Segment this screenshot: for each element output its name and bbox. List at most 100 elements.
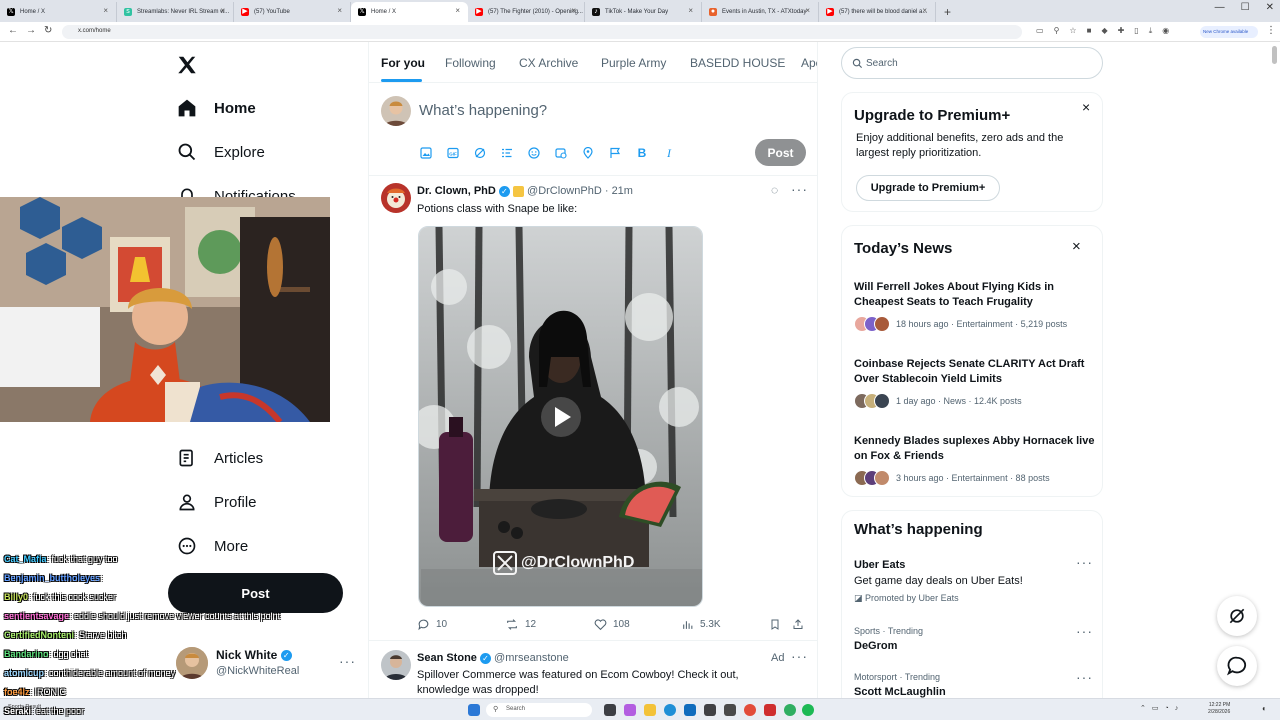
app-icon[interactable] [704,704,716,716]
side-panel-icon[interactable]: ▯ [1134,26,1138,36]
avatar[interactable] [381,183,411,213]
tweet-time[interactable]: · 21m [605,185,633,197]
news-item[interactable]: Will Ferrell Jokes About Flying Kids in … [842,278,1104,338]
post-button[interactable]: Post [168,573,343,613]
store-icon[interactable] [684,704,696,716]
browser-tab[interactable]: ● Events in Austin, TX - ATXtoday × [702,2,819,22]
reply-button[interactable]: 10 [417,618,447,631]
task-view-icon[interactable] [604,704,616,716]
app-icon[interactable] [764,704,776,716]
compose-post-button[interactable]: Post [755,139,806,166]
trend-more-icon[interactable]: ··· [1076,554,1093,570]
maximize-icon[interactable]: ☐ [1241,2,1250,13]
search-input[interactable]: Search [841,47,1103,79]
update-chrome-pill[interactable]: New Chrome available [1200,26,1258,38]
close-tab-icon[interactable]: × [922,6,927,15]
spotify-icon[interactable] [802,704,814,716]
x-logo-icon[interactable] [176,54,198,81]
browser-tab[interactable]: s Streamlabs: Never IRL Stream w... × [117,2,234,22]
chrome-icon[interactable] [744,704,756,716]
author-handle[interactable]: @DrClownPhD [527,185,602,197]
play-icon[interactable] [541,397,581,437]
trend-item[interactable]: Uber Eats Get game day deals on Uber Eat… [842,554,1104,607]
close-tab-icon[interactable]: × [688,6,693,15]
url-field[interactable]: x.com/home [62,25,1022,39]
browser-tab-active[interactable]: 𝕏 Home / X × [351,2,468,22]
author-name[interactable]: Dr. Clown, PhD [417,185,496,197]
extensions-puzzle-icon[interactable]: ✚ [1118,26,1125,36]
tab-cx-archive[interactable]: CX Archive [519,56,578,70]
schedule-icon[interactable] [554,146,568,160]
news-item[interactable]: Coinbase Rejects Senate CLARITY Act Draf… [842,355,1104,415]
sidebar-item-more[interactable]: More [176,535,248,557]
upgrade-premium-button[interactable]: Upgrade to Premium+ [856,175,1000,201]
poll-icon[interactable] [500,146,514,160]
tab-basedd-house[interactable]: BASEDD HOUSE [690,56,785,70]
flag-icon[interactable] [608,146,622,160]
repost-button[interactable]: 12 [505,618,536,631]
sidebar-item-articles[interactable]: Articles [176,447,263,469]
sidebar-item-explore[interactable]: Explore [176,141,265,163]
tweet-more-icon[interactable]: ··· [791,648,808,664]
bold-icon[interactable]: B [635,146,649,160]
image-icon[interactable] [419,146,433,160]
reload-icon[interactable]: ↻ [44,25,52,36]
close-icon[interactable]: × [1082,99,1090,115]
gif-icon[interactable]: GIF [446,146,460,160]
tweet-video[interactable]: @DrClownPhD [418,226,703,607]
trend-more-icon[interactable]: ··· [1076,669,1093,685]
close-tab-icon[interactable]: × [805,6,810,15]
compose-input[interactable]: What’s happening? [419,102,547,119]
extension-icon[interactable]: ■ [1087,26,1092,36]
app-icon[interactable] [784,704,796,716]
system-tray[interactable]: ⌃▭◔♪ [1140,704,1184,712]
tab-for-you[interactable]: For you [381,56,425,70]
grok-fab-button[interactable] [1217,596,1257,636]
close-tab-icon[interactable]: × [337,6,342,15]
account-menu-icon[interactable]: ··· [339,653,356,669]
minimize-icon[interactable]: — [1215,2,1225,13]
browser-tab[interactable]: ♪ TikTok - Make Your Day × [585,2,702,22]
views-button[interactable]: 5.3K [681,618,721,631]
share-icon[interactable] [792,618,804,631]
close-tab-icon[interactable]: × [455,6,460,15]
close-tab-icon[interactable]: × [571,6,576,15]
profile-icon[interactable]: ◉ [1162,26,1169,36]
italic-icon[interactable]: I [662,146,676,160]
bookmark-icon[interactable] [769,618,781,631]
location-icon[interactable] [581,146,595,160]
browser-tab[interactable]: 𝕏 Home / X × [0,2,117,22]
new-tab-button[interactable]: + [936,5,951,22]
browser-tab[interactable]: ▶ (57) there will be blood daniel a... × [819,2,936,22]
trend-item[interactable]: Sports · Trending DeGrom ··· [842,623,1104,664]
edge-icon[interactable] [664,704,676,716]
close-tab-icon[interactable]: × [103,6,108,15]
close-window-icon[interactable]: ✕ [1266,2,1274,13]
browser-menu-icon[interactable]: ⋮ [1266,25,1276,36]
messages-fab-button[interactable] [1217,646,1257,686]
trend-more-icon[interactable]: ··· [1076,623,1093,639]
app-icon[interactable] [624,704,636,716]
news-item[interactable]: Kennedy Blades suplexes Abby Hornacek li… [842,432,1104,492]
taskbar-search[interactable]: ⚲ Search [486,703,592,717]
avatar[interactable] [381,96,411,126]
avatar[interactable] [176,647,208,679]
tab-purple-army[interactable]: Purple Army [601,56,666,70]
browser-tab[interactable]: ▶ (57) The Fighter (2010) - Opening... × [468,2,585,22]
tweet-more-icon[interactable]: ··· [791,181,808,197]
emoji-icon[interactable] [527,146,541,160]
avatar[interactable] [381,650,411,680]
browser-tab[interactable]: ▶ (57) YouTube × [234,2,351,22]
like-button[interactable]: 108 [594,618,630,631]
author-name[interactable]: Sean Stone [417,652,477,664]
zoom-icon[interactable]: ⚲ [1054,26,1060,36]
bookmark-star-icon[interactable]: ☆ [1069,26,1076,36]
sidebar-item-profile[interactable]: Profile [176,491,257,513]
scrollbar[interactable] [1272,46,1277,64]
clock[interactable]: 12:22 PM 2/28/2026 [1208,702,1230,716]
tab-ape[interactable]: Ape [801,56,817,70]
app-icon[interactable] [724,704,736,716]
close-tab-icon[interactable]: × [220,6,225,15]
cast-icon[interactable]: ▭ [1036,26,1044,36]
grok-icon[interactable]: ◌ [771,183,778,197]
